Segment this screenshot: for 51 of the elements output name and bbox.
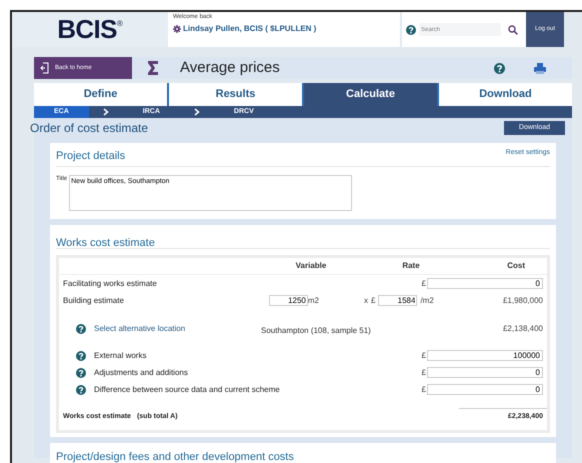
help-icon[interactable]	[76, 350, 86, 360]
step-tab[interactable]: Calculate	[302, 83, 437, 106]
amount-field[interactable]: 0	[427, 278, 543, 289]
sigma-icon	[148, 61, 158, 75]
card-heading: Project details	[56, 149, 126, 164]
help-icon[interactable]	[76, 368, 86, 378]
step-tab[interactable]: Results	[167, 83, 302, 106]
area-field[interactable]: 1250	[268, 295, 308, 306]
operator-label: x	[364, 294, 368, 306]
help-icon[interactable]	[406, 24, 416, 34]
row-label: Building estimate	[63, 294, 124, 306]
currency-label: £	[422, 366, 426, 378]
rate-field[interactable]: 1584	[378, 295, 418, 306]
step-tab[interactable]: Define	[34, 83, 167, 106]
location-text: Southampton (108, sample 51)	[261, 326, 371, 334]
unit-label: /m2	[420, 294, 434, 306]
column-header: Rate	[401, 260, 421, 272]
page-heading: Average prices	[180, 58, 280, 78]
amount-field[interactable]: 0	[427, 367, 543, 378]
cost-value: £1,980,000	[502, 294, 543, 306]
logo: BCIS	[57, 13, 117, 46]
user-name[interactable]: Lindsay Pullen, BCIS ( $LPULLEN )	[183, 23, 316, 35]
amount-field[interactable]: 0	[427, 384, 543, 395]
gear-icon	[173, 25, 181, 33]
printer-icon[interactable]	[534, 62, 546, 74]
exit-icon	[40, 62, 49, 74]
registered-mark: ®	[116, 18, 123, 30]
currency-label: £	[422, 350, 426, 362]
help-icon[interactable]	[76, 324, 86, 334]
chevron-icon	[102, 108, 109, 116]
unit-label: m2	[308, 294, 319, 306]
location-link[interactable]: Select alternative location	[94, 322, 186, 334]
row-label: Facilitating works estimate	[63, 278, 157, 290]
help-icon[interactable]	[494, 62, 505, 74]
column-header: Cost	[506, 260, 526, 272]
row-label: Difference between source data and current scheme	[94, 384, 280, 396]
row-label: External works	[94, 350, 146, 362]
row-label: Adjustments and additions	[94, 366, 188, 378]
step-tab[interactable]: Download	[437, 83, 572, 106]
section-heading: Order of cost estimate	[30, 120, 148, 137]
currency-label: £	[422, 278, 426, 290]
help-icon[interactable]	[76, 384, 86, 394]
search-icon[interactable]	[508, 24, 518, 34]
cost-value: £2,138,400	[502, 322, 543, 334]
chevron-icon	[194, 108, 200, 116]
currency-label: £	[371, 294, 376, 306]
card-heading: Project/design fees and other development costs	[56, 451, 294, 463]
column-header: Variable	[294, 260, 328, 272]
amount-field[interactable]: 100000	[427, 350, 543, 361]
currency-label: £	[422, 384, 426, 396]
card-heading: Works cost estimate	[56, 237, 155, 249]
